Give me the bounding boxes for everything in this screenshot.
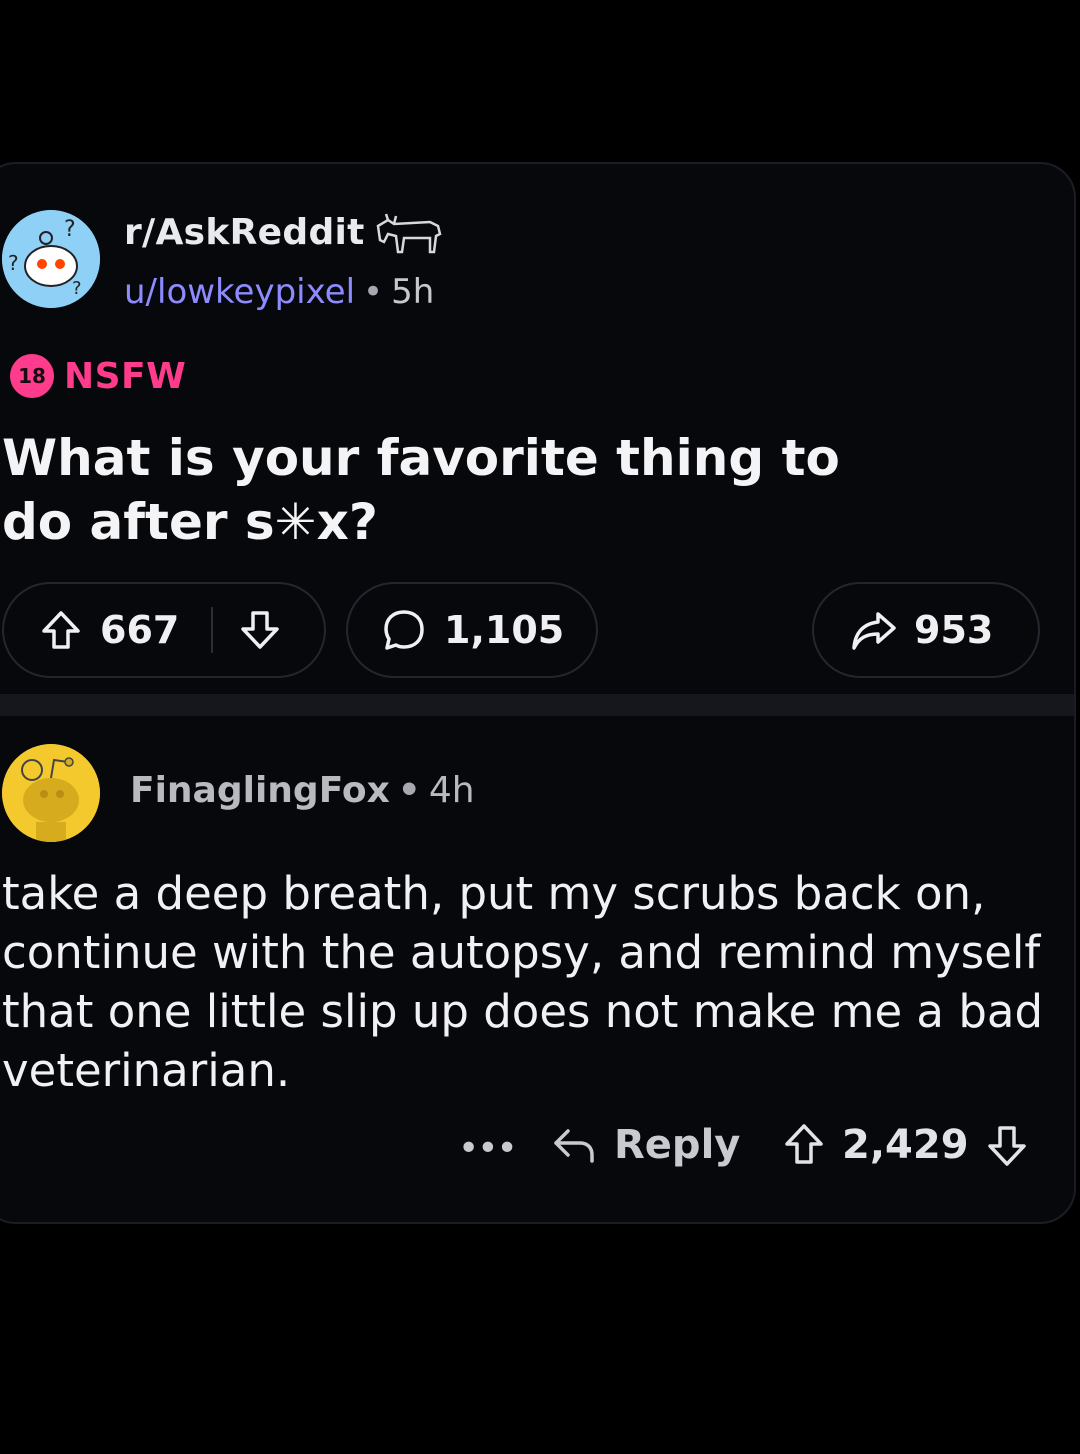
comments-button[interactable]: 1,105 [346, 582, 598, 678]
comment-vote: 2,429 [782, 1122, 1029, 1168]
reply-button[interactable]: Reply [550, 1122, 740, 1168]
comment-downvote-icon[interactable] [985, 1122, 1029, 1168]
post-author[interactable]: u/lowkeypixel [124, 272, 355, 312]
post-title[interactable]: What is your favorite thing to do after … [2, 426, 902, 554]
comment-avatar[interactable] [2, 744, 100, 842]
reply-label: Reply [614, 1122, 741, 1168]
more-options-button[interactable]: ••• [458, 1128, 518, 1169]
meta-separator: • [363, 272, 384, 312]
reply-icon [554, 1129, 594, 1163]
snoo-question-icon: ? ? ? [2, 210, 100, 308]
downvote-icon[interactable] [237, 607, 283, 653]
post-card: ? ? ? r/AskReddit u/lowkeypixel • 5h 18 NS… [0, 162, 1076, 1224]
svg-text:?: ? [72, 278, 82, 299]
vote-divider [211, 607, 214, 653]
comment-meta: FinaglingFox • 4h [130, 770, 475, 811]
comment-actions: ••• Reply 2,429 [0, 1122, 1074, 1182]
post-age: 5h [391, 272, 435, 312]
comment-upvote-icon[interactable] [782, 1122, 826, 1168]
nsfw-18-badge: 18 [10, 354, 54, 398]
share-icon [852, 612, 896, 650]
comment-score: 2,429 [842, 1122, 969, 1168]
section-divider [0, 694, 1074, 716]
share-count: 953 [914, 608, 994, 652]
comment-body: take a deep breath, put my scrubs back o… [2, 867, 1044, 1097]
comment-icon [384, 610, 424, 650]
svg-text:?: ? [8, 251, 19, 275]
post-area: ? ? ? r/AskReddit u/lowkeypixel • 5h 18 NS… [0, 164, 1074, 694]
share-button[interactable]: 953 [812, 582, 1040, 678]
upvote-count: 667 [100, 608, 180, 652]
comment-count: 1,105 [444, 608, 565, 652]
upvote-icon[interactable] [38, 607, 84, 653]
post-meta: u/lowkeypixel • 5h [124, 272, 434, 312]
comment-age: 4h [428, 770, 475, 811]
nsfw-tag: 18 NSFW [10, 354, 186, 398]
subreddit-name[interactable]: r/AskReddit [124, 212, 365, 253]
subreddit-avatar[interactable]: ? ? ? [2, 210, 100, 308]
comment-author[interactable]: FinaglingFox [130, 770, 390, 811]
svg-text:?: ? [64, 217, 76, 242]
nsfw-label: NSFW [64, 355, 187, 397]
vote-pill: 667 [2, 582, 326, 678]
snoo-avatar-icon [2, 744, 100, 842]
donkey-award-icon [376, 213, 442, 254]
comment-meta-separator: • [397, 770, 421, 811]
